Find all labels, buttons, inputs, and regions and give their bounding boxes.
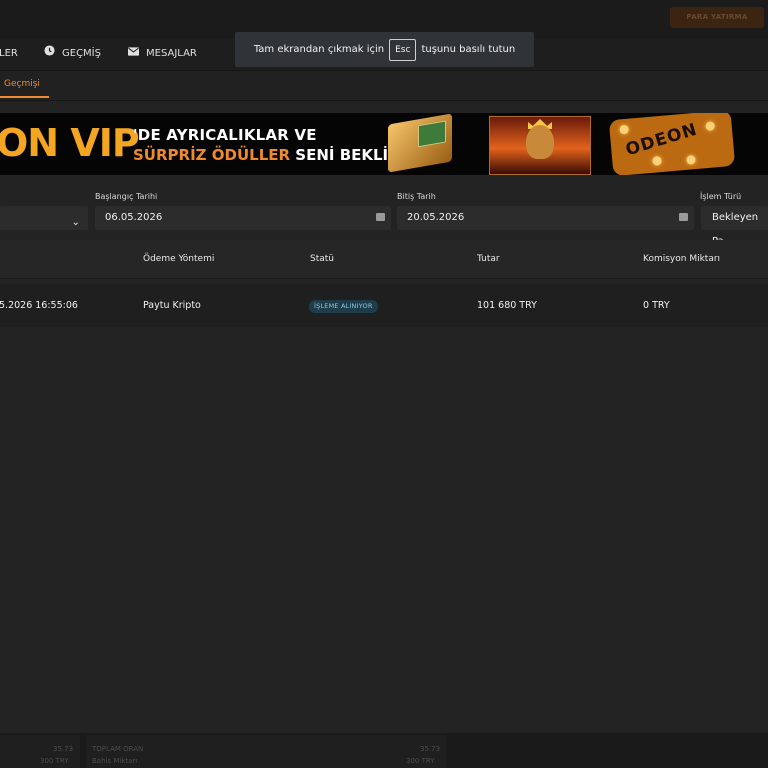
bet-slip-footer: 35.73 300 TRY TOPLAM ORAN Bahis Miktarı … (0, 733, 768, 768)
transaction-type-select[interactable]: Bekleyen Pa (701, 206, 768, 247)
end-date-value: 20.05.2026 (407, 212, 465, 223)
footer-left-amount: 300 TRY (40, 757, 69, 765)
header-status: Statü (310, 254, 334, 264)
nav-item-label: GEÇMİŞ (62, 48, 101, 59)
dice-image: ODEON (608, 113, 736, 175)
footer-summary-panel: TOPLAM ORAN Bahis Miktarı 35.73 300 TRY (86, 735, 446, 768)
footer-stake-label: Bahis Miktarı (92, 757, 138, 765)
banner-line-1: 'DE AYRICALIKLAR VE (133, 126, 317, 144)
banknote-image (418, 120, 446, 148)
table-header: Ödeme Yöntemi Statü Tutar Komisyon Mikta… (0, 240, 768, 279)
dice-dot (686, 155, 696, 165)
fullscreen-notice: Tam ekrandan çıkmak için Esc tuşunu bası… (235, 32, 534, 67)
king-face-image (526, 125, 554, 159)
start-date-input[interactable]: 06.05.2026 (95, 206, 391, 230)
notice-text-after: tuşunu basılı tutun (421, 44, 516, 55)
end-date-input[interactable]: 20.05.2026 (397, 206, 694, 230)
nav-item-messages[interactable]: MESAJLAR (128, 38, 197, 70)
status-badge: İŞLEME ALINIYOR (309, 300, 378, 313)
footer-left-panel: 35.73 300 TRY (0, 735, 80, 768)
footer-total-odds-value: 35.73 (420, 745, 441, 753)
notice-text-before: Tam ekrandan çıkmak için (253, 44, 385, 55)
header-amount: Tutar (477, 254, 500, 264)
sub-nav: Geçmişi (0, 71, 768, 101)
envelope-icon (128, 38, 139, 70)
start-date-value: 06.05.2026 (105, 212, 163, 223)
calendar-icon[interactable] (679, 213, 688, 221)
dice-dot (705, 121, 716, 131)
transaction-type-label: İşlem Türü (700, 192, 742, 201)
nav-item-history[interactable]: GEÇMİŞ (44, 38, 101, 70)
header-method: Ödeme Yöntemi (143, 254, 215, 264)
calendar-icon[interactable] (376, 213, 385, 221)
row-amount: 101 680 TRY (477, 300, 537, 311)
banner-vip-text: ON VIP (0, 121, 140, 165)
footer-left-value: 35.73 (53, 745, 74, 753)
row-date: 5.2026 16:55:06 (0, 300, 78, 311)
nav-item-label: LER (0, 48, 18, 59)
header-commission: Komisyon Miktarı (643, 254, 721, 264)
tab-history[interactable]: Geçmişi (0, 71, 49, 98)
filter-select-partial[interactable]: ⌄ (0, 206, 88, 230)
nav-item-partial[interactable]: LER (0, 38, 18, 70)
gold-chest-image (388, 113, 452, 173)
esc-key: Esc (389, 38, 417, 61)
king-card-image (489, 116, 591, 175)
nav-item-label: MESAJLAR (146, 48, 197, 59)
dice-dot (619, 124, 630, 135)
banner-line-2-highlight: SÜRPRİZ ÖDÜLLER (133, 146, 291, 164)
row-method: Paytu Kripto (143, 300, 201, 311)
promo-banner[interactable]: ON VIP 'DE AYRICALIKLAR VE SÜRPRİZ ÖDÜLL… (0, 113, 768, 175)
clock-icon (44, 38, 55, 70)
banner-line-2: SÜRPRİZ ÖDÜLLER SENİ BEKLİYOR! (133, 146, 430, 164)
end-date-label: Bitiş Tarih (397, 192, 436, 201)
table-row[interactable]: 5.2026 16:55:06 Paytu Kripto İŞLEME ALIN… (0, 284, 768, 327)
row-commission: 0 TRY (643, 300, 670, 311)
footer-total-odds-label: TOPLAM ORAN (92, 745, 144, 753)
deposit-button[interactable]: PARA YATIRMA (670, 7, 764, 28)
dice-logo-text: ODEON (623, 119, 700, 161)
filter-bar: ⌄ Başlangıç Tarihi 06.05.2026 Bitiş Tari… (0, 186, 768, 247)
dice-dot (652, 156, 662, 166)
chevron-down-icon: ⌄ (71, 217, 80, 228)
start-date-label: Başlangıç Tarihi (95, 192, 158, 201)
footer-stake-value: 300 TRY (406, 757, 435, 765)
